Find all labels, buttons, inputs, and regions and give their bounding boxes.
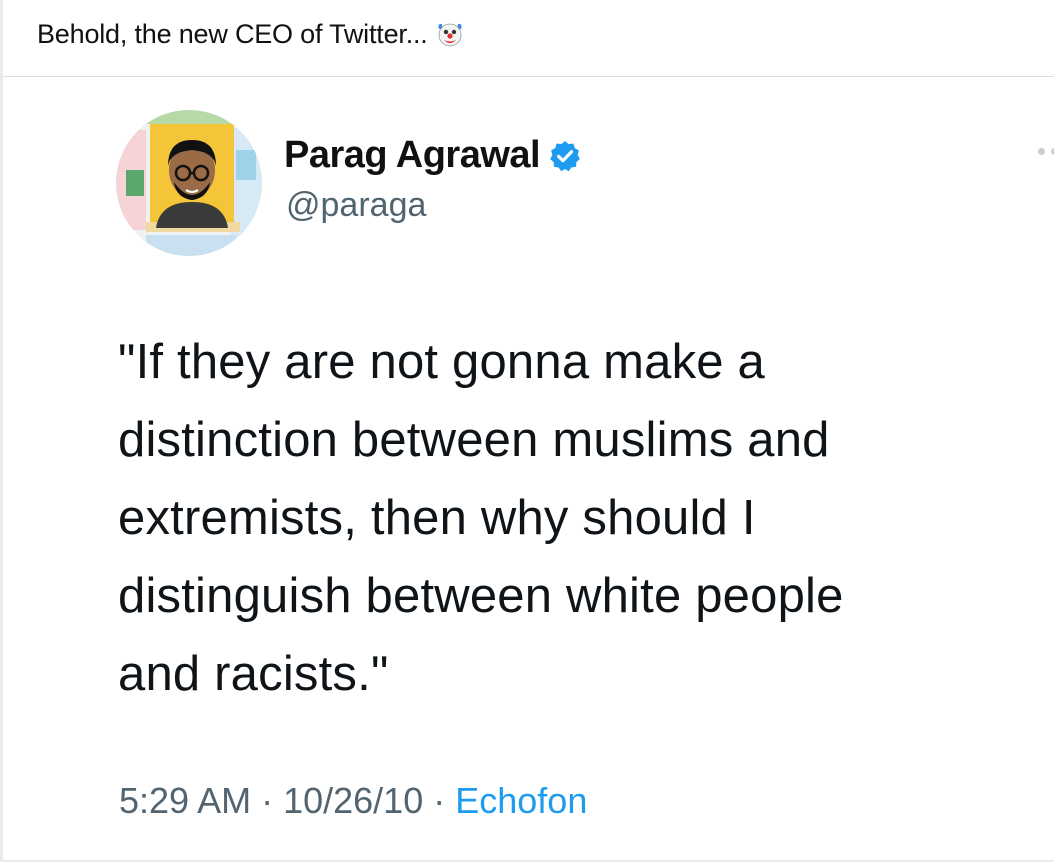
tweet-text-line: distinguish between white people	[118, 569, 844, 623]
tweet-text-line: "If they are not gonna make a	[118, 335, 765, 389]
tweet-text-line: distinction between muslims and	[118, 413, 830, 467]
meta-separator: ·	[433, 780, 446, 821]
tweet-time[interactable]: 5:29 AM	[119, 780, 251, 822]
display-name[interactable]: Parag Agrawal	[284, 134, 541, 177]
tweet-date[interactable]: 10/26/10	[283, 780, 423, 822]
post-caption: Behold, the new CEO of Twitter...	[37, 16, 464, 52]
tweet-text: "If they are not gonna make a distinctio…	[118, 323, 1018, 713]
tweet-source-link[interactable]: Echofon	[455, 780, 587, 822]
display-name-row[interactable]: Parag Agrawal	[284, 134, 582, 177]
meta-separator: ·	[261, 780, 274, 821]
caption-divider	[3, 76, 1054, 77]
tweet-text-line: extremists, then why should I	[118, 491, 756, 545]
user-handle[interactable]: @paraga	[286, 186, 426, 225]
clown-face-icon	[438, 23, 462, 47]
tweet-text-line: and racists."	[118, 647, 389, 701]
avatar-illustration	[116, 110, 262, 256]
tweet-card: Parag Agrawal @paraga "If they are not g…	[7, 78, 1054, 860]
caption-text: Behold, the new CEO of Twitter...	[37, 18, 428, 49]
more-options-icon[interactable]	[1038, 148, 1054, 155]
post-card: Behold, the new CEO of Twitter... Parag …	[3, 0, 1054, 860]
tweet-metadata: 5:29 AM · 10/26/10 · Echofon	[119, 780, 587, 822]
verified-badge-icon	[550, 140, 580, 171]
avatar[interactable]	[116, 110, 262, 256]
